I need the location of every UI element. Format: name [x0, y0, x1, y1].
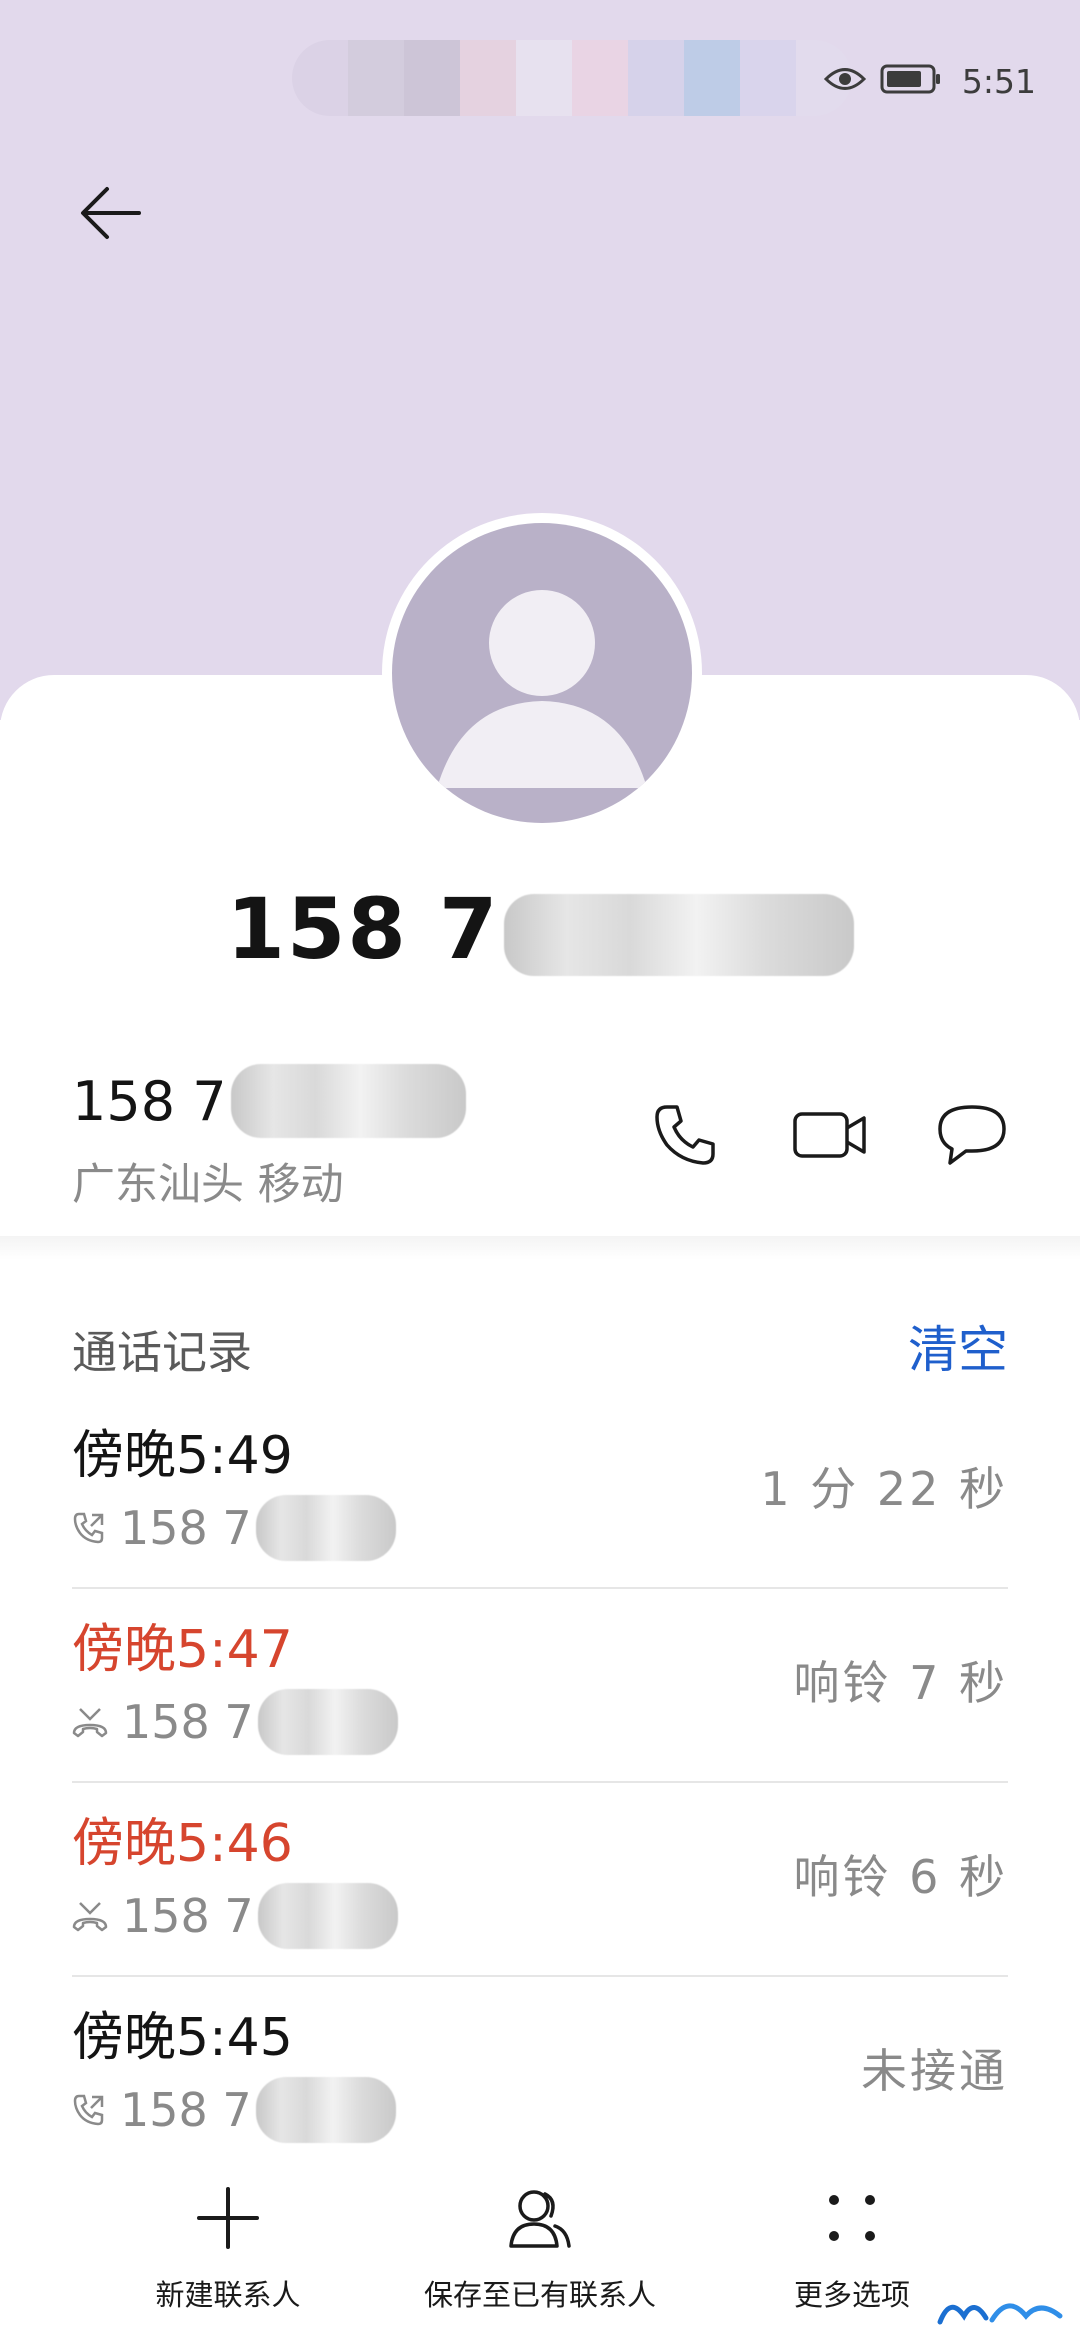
- eye-icon: [823, 64, 867, 98]
- status-time: 5:51: [961, 61, 1036, 101]
- call-duration: 未接通: [861, 2044, 1008, 2098]
- phone-icon: [653, 1103, 717, 1171]
- clear-call-log-button[interactable]: 清空: [908, 1310, 1008, 1382]
- call-number-redacted: [255, 2077, 396, 2143]
- battery-icon: [880, 63, 942, 99]
- missed-call-icon: [72, 1705, 108, 1739]
- phone-location: 广东汕头 移动: [72, 1160, 344, 1210]
- call-number-row: 158 7: [72, 1689, 398, 1755]
- contact-avatar[interactable]: [382, 513, 702, 833]
- call-number-row: 158 7: [72, 1883, 398, 1949]
- person-icon: [437, 590, 647, 788]
- call-number-redacted: [257, 1689, 398, 1755]
- call-time: 傍晚5:47: [72, 1620, 293, 1680]
- save-to-existing-label: 保存至已有联系人: [423, 2278, 656, 2312]
- call-log-item[interactable]: 傍晚5:49 158 7 1 分 22 秒: [72, 1395, 1008, 1589]
- status-bar: 5:51: [0, 0, 1080, 150]
- arrow-left-icon: [79, 185, 141, 245]
- call-number-row: 158 7: [72, 2077, 396, 2143]
- call-log-item[interactable]: 傍晚5:45 158 7 未接通: [72, 1977, 1008, 2171]
- call-button[interactable]: [640, 1092, 730, 1182]
- video-icon: [792, 1108, 868, 1166]
- call-log-item[interactable]: 傍晚5:47 158 7 响铃 7 秒: [72, 1589, 1008, 1783]
- call-log-header: 通话记录 清空: [72, 1310, 1008, 1380]
- message-button[interactable]: [927, 1092, 1017, 1182]
- missed-call-icon: [72, 1899, 108, 1933]
- call-duration: 响铃 6 秒: [793, 1850, 1008, 1904]
- call-duration: 1 分 22 秒: [760, 1462, 1008, 1516]
- call-log-list: 傍晚5:49 158 7 1 分 22 秒 傍晚5:47 158 7 响铃 7 …: [72, 1395, 1008, 2171]
- bottom-action-bar: 新建联系人 保存至已有联系人 更多选项: [0, 2180, 1080, 2340]
- section-divider: [0, 1236, 1080, 1260]
- call-time: 傍晚5:49: [72, 1426, 293, 1486]
- call-log-title: 通话记录: [72, 1326, 253, 1379]
- back-button[interactable]: [60, 165, 160, 265]
- outgoing-call-icon: [72, 1511, 106, 1545]
- phone-number-row[interactable]: 158 7 广东汕头 移动: [0, 1040, 1080, 1240]
- call-number: 158 7: [122, 1695, 254, 1749]
- save-to-existing-contact-button[interactable]: 保存至已有联系人: [410, 2180, 670, 2314]
- call-time: 傍晚5:45: [72, 2008, 293, 2068]
- more-options-button[interactable]: 更多选项: [752, 2180, 952, 2314]
- call-duration: 响铃 7 秒: [793, 1656, 1008, 1710]
- call-time: 傍晚5:46: [72, 1814, 293, 1874]
- phone-title-redacted: [503, 894, 854, 977]
- message-icon: [936, 1103, 1008, 1171]
- outgoing-call-icon: [72, 2093, 106, 2127]
- status-icons: 5:51: [823, 56, 1036, 106]
- new-contact-button[interactable]: 新建联系人: [128, 2180, 328, 2314]
- add-to-contact-icon: [507, 2186, 573, 2254]
- contact-phone-title: 158 7: [0, 880, 1080, 978]
- phone-number: 158 7: [72, 1064, 466, 1138]
- more-options-label: 更多选项: [793, 2278, 910, 2312]
- watermark-logo: [930, 2286, 1070, 2336]
- status-notifications-blurred: [292, 40, 852, 116]
- phone-title-text: 158 7: [226, 880, 500, 978]
- call-number-redacted: [257, 1883, 398, 1949]
- call-number-redacted: [255, 1495, 396, 1561]
- call-log-item[interactable]: 傍晚5:46 158 7 响铃 6 秒: [72, 1783, 1008, 1977]
- call-number-row: 158 7: [72, 1495, 396, 1561]
- call-number: 158 7: [122, 1889, 254, 1943]
- plus-icon: [197, 2187, 259, 2253]
- phone-number-text: 158 7: [72, 1069, 227, 1133]
- more-dots-icon: [824, 2190, 880, 2250]
- call-number: 158 7: [120, 2083, 252, 2137]
- phone-number-redacted: [230, 1064, 466, 1138]
- call-number: 158 7: [120, 1501, 252, 1555]
- contact-detail-screen: 5:51 158 7 158 7 广东汕头 移动 通话记录 清空 傍晚5:49 …: [0, 0, 1080, 2340]
- video-call-button[interactable]: [785, 1092, 875, 1182]
- new-contact-label: 新建联系人: [155, 2278, 301, 2312]
